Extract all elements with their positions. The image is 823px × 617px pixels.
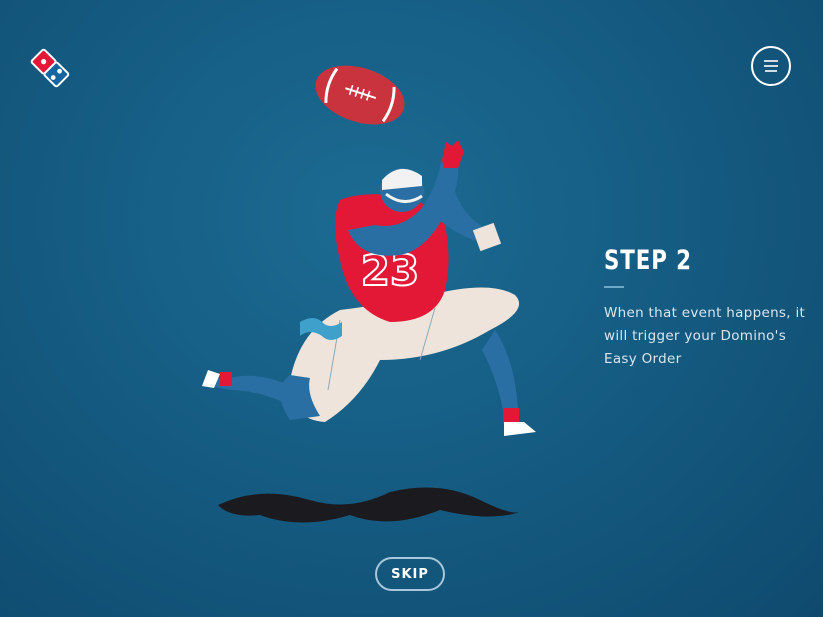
football-icon	[315, 65, 405, 125]
dominos-logo-icon	[30, 48, 70, 88]
football-player-catching-ball-illustration: 23	[202, 65, 536, 523]
football-player-illustration: 23	[190, 60, 550, 530]
step-panel: STEP 2 When that event happens, it will …	[604, 244, 814, 371]
hamburger-menu-icon	[764, 60, 778, 72]
step-title: STEP 2	[604, 245, 692, 276]
dominos-logo[interactable]	[28, 46, 72, 90]
menu-button[interactable]	[751, 46, 791, 86]
skip-button[interactable]: SKIP	[375, 557, 445, 591]
step-description: When that event happens, it will trigger…	[604, 305, 806, 367]
step-divider	[604, 286, 624, 288]
